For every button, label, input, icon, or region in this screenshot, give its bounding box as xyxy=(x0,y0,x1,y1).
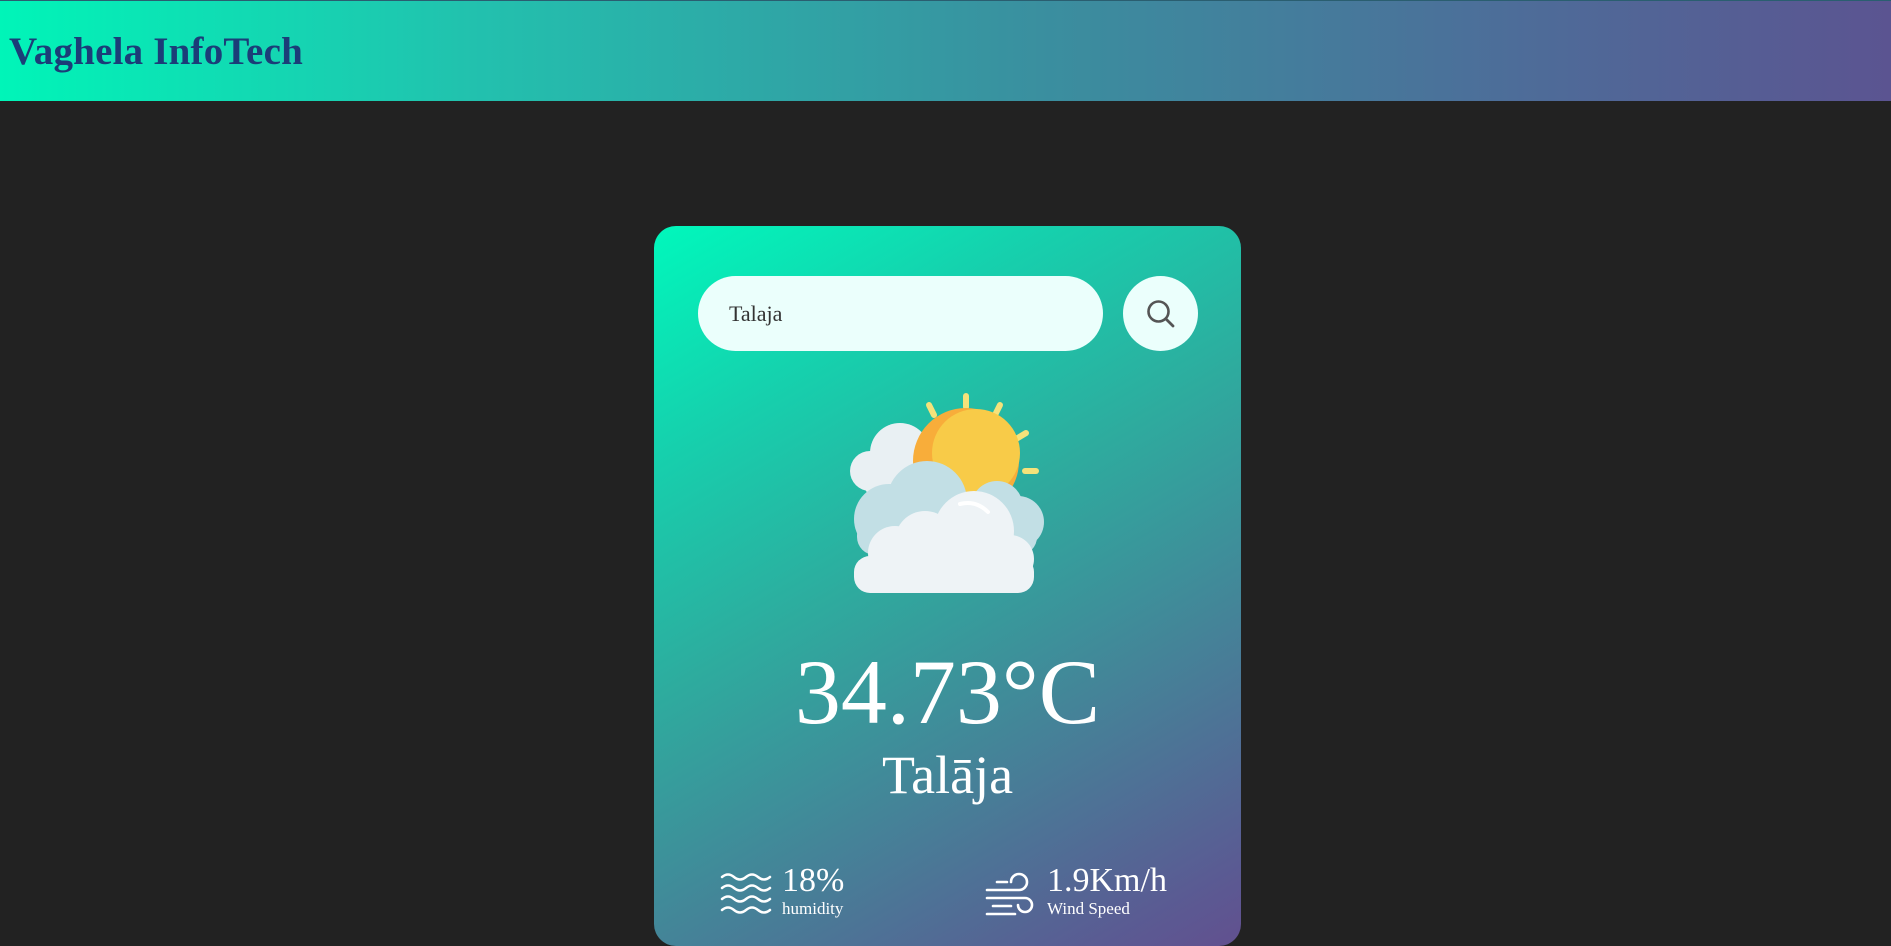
wind-icon xyxy=(985,872,1034,916)
humidity-icon xyxy=(720,873,772,914)
brand-title: Vaghela InfoTech xyxy=(9,30,303,73)
wind-speed-value: 1.9Km/h xyxy=(1047,862,1167,899)
humidity-label: humidity xyxy=(782,899,844,918)
top-header: Vaghela InfoTech xyxy=(0,0,1891,101)
humidity-detail: 18% humidity xyxy=(720,864,844,922)
city-search-input[interactable] xyxy=(698,276,1103,351)
wind-speed-label: Wind Speed xyxy=(1047,899,1130,918)
temperature-value: 34.73°C xyxy=(794,641,1101,743)
search-icon xyxy=(1146,299,1174,327)
wind-detail: 1.9Km/h Wind Speed xyxy=(985,864,1167,922)
search-button[interactable] xyxy=(1123,276,1198,351)
humidity-value: 18% xyxy=(782,862,845,899)
city-name: Talāja xyxy=(881,745,1014,805)
weather-card: 34.73°C Talāja 18% humidity xyxy=(654,226,1241,946)
partly-cloudy-icon xyxy=(850,393,1044,593)
